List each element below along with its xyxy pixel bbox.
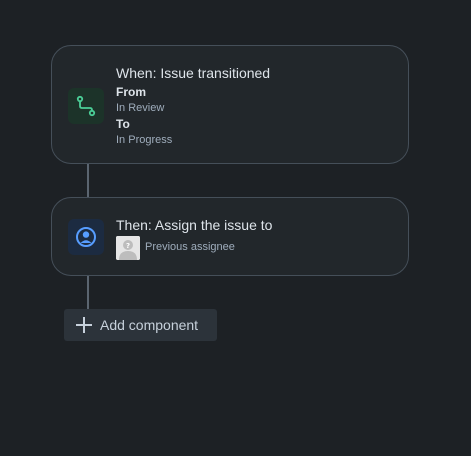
action-title: Then: Assign the issue to (116, 217, 273, 233)
action-card[interactable]: Then: Assign the issue to ? Previous ass… (51, 197, 409, 276)
user-avatar-circle-icon (76, 227, 96, 247)
from-label: From (116, 85, 146, 99)
automation-rule-canvas: When: Issue transitioned From In Review … (0, 0, 471, 456)
to-status-value: In Progress (116, 134, 173, 146)
plus-icon (74, 315, 94, 335)
branch-transition-icon (76, 95, 96, 117)
connector-line (87, 276, 89, 309)
trigger-title: When: Issue transitioned (116, 65, 271, 81)
add-component-button[interactable]: Add component (64, 309, 217, 341)
connector-line (87, 164, 89, 197)
assignee-name: Previous assignee (145, 241, 235, 253)
default-avatar-icon: ? (116, 236, 140, 260)
trigger-card[interactable]: When: Issue transitioned From In Review … (51, 45, 409, 164)
action-icon-tile (68, 219, 104, 255)
svg-text:?: ? (126, 242, 130, 250)
add-component-label: Add component (100, 317, 199, 333)
from-status-value: In Review (116, 102, 165, 114)
trigger-icon-tile (68, 88, 104, 124)
to-label: To (116, 117, 130, 131)
